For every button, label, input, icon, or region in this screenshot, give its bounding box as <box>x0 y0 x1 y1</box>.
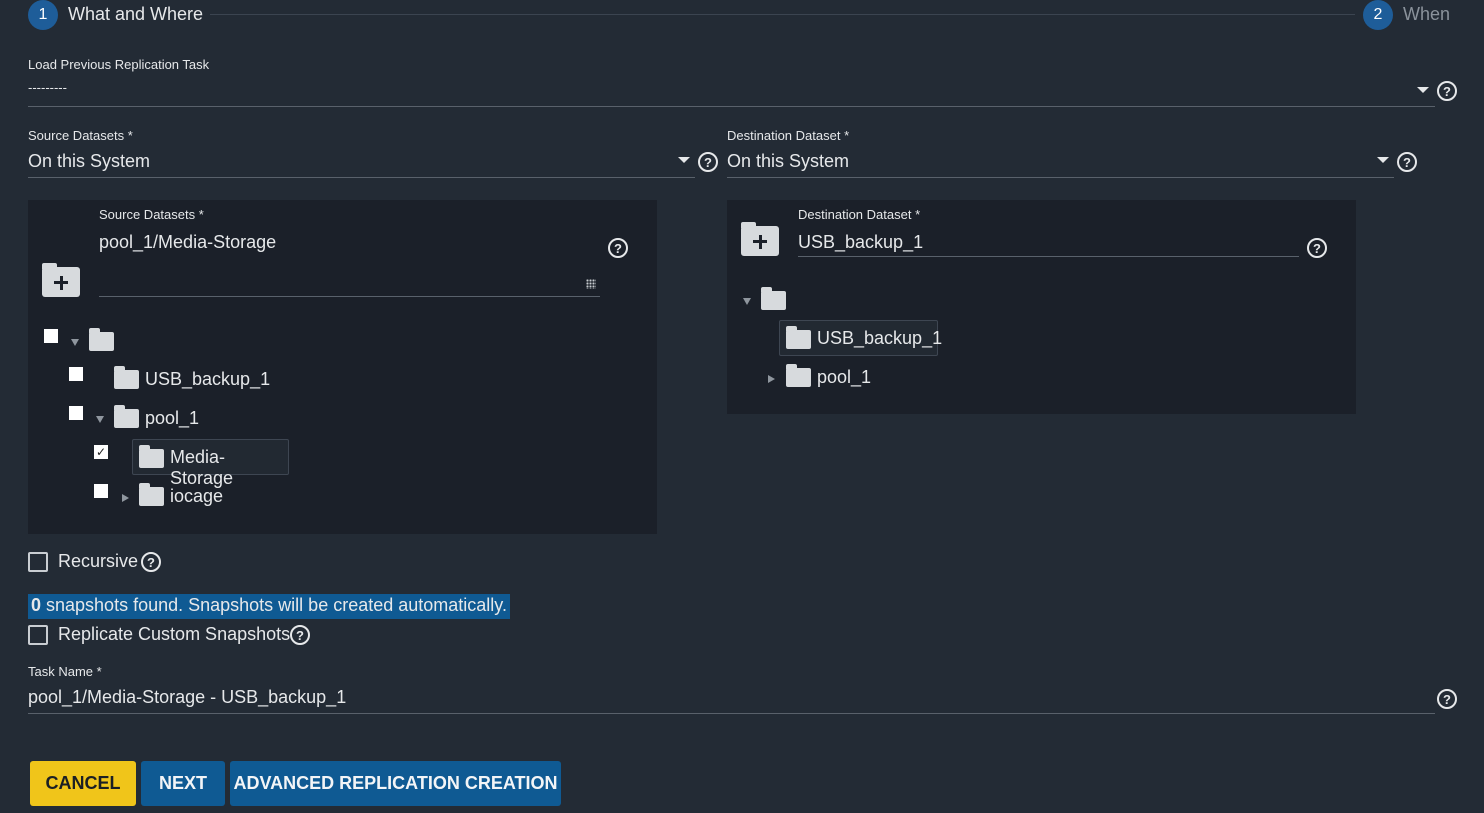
tree-root-checkbox[interactable] <box>44 329 58 343</box>
destination-dataset-panel: Destination Dataset * USB_backup_1 ? USB… <box>727 200 1356 414</box>
snapshot-count: 0 <box>31 595 42 615</box>
help-icon[interactable]: ? <box>1307 238 1327 258</box>
task-name-underline <box>28 713 1435 714</box>
destination-path-label: Destination Dataset * <box>798 207 921 222</box>
destination-path-input[interactable]: USB_backup_1 <box>798 230 1299 257</box>
source-path-textarea[interactable]: pool_1/Media-Storage <box>99 230 600 297</box>
chevron-down-icon <box>1377 157 1389 163</box>
step-2-label[interactable]: When <box>1403 4 1450 25</box>
load-previous-underline <box>28 106 1435 107</box>
tree-checkbox-pool[interactable] <box>69 406 83 420</box>
dest-tree-node-usb-backup[interactable]: USB_backup_1 <box>779 320 942 356</box>
expand-toggle-icon[interactable] <box>768 375 775 383</box>
tree-checkbox-media-storage[interactable]: ✓ <box>94 445 108 459</box>
source-location-select[interactable]: On this System <box>28 148 695 178</box>
destination-path-value: USB_backup_1 <box>798 232 924 252</box>
advanced-replication-creation-button[interactable]: ADVANCED REPLICATION CREATION <box>230 761 561 806</box>
recursive-label[interactable]: Recursive <box>58 551 138 572</box>
stepper-connector <box>210 14 1355 15</box>
expand-toggle-icon[interactable] <box>71 339 79 346</box>
help-icon[interactable]: ? <box>1397 152 1417 172</box>
help-icon[interactable]: ? <box>290 625 310 645</box>
task-name-label: Task Name * <box>28 664 102 679</box>
folder-icon <box>761 287 786 310</box>
source-select-value: On this System <box>28 151 151 171</box>
add-folder-icon[interactable] <box>741 222 779 256</box>
resize-grip-icon[interactable] <box>586 279 596 289</box>
dest-tree-node-pool[interactable]: pool_1 <box>817 367 871 388</box>
snapshot-notice: 0 snapshots found. Snapshots will be cre… <box>28 594 510 619</box>
destination-select-underline <box>727 177 1394 178</box>
folder-icon <box>114 366 139 389</box>
tree-node-pool[interactable]: pool_1 <box>145 408 199 429</box>
chevron-down-icon <box>1417 87 1429 93</box>
load-previous-select[interactable]: --------- <box>28 78 1435 107</box>
destination-select-label: Destination Dataset * <box>727 128 850 143</box>
help-icon[interactable]: ? <box>1437 689 1457 709</box>
destination-location-select[interactable]: On this System <box>727 148 1394 178</box>
folder-icon <box>89 328 114 351</box>
help-icon[interactable]: ? <box>608 238 628 258</box>
tree-checkbox-usb-backup[interactable] <box>69 367 83 381</box>
source-select-underline <box>28 177 695 178</box>
add-folder-icon[interactable] <box>42 263 80 297</box>
source-select-label: Source Datasets * <box>28 128 133 143</box>
tree-node-media-storage-label: Media-Storage <box>170 447 234 488</box>
help-icon[interactable]: ? <box>698 152 718 172</box>
folder-icon <box>114 405 139 428</box>
next-button[interactable]: NEXT <box>141 761 225 806</box>
folder-icon <box>139 445 164 468</box>
source-path-underline <box>99 296 600 297</box>
help-icon[interactable]: ? <box>1437 81 1457 101</box>
tree-node-media-storage[interactable]: Media-Storage <box>132 439 289 488</box>
source-path-value: pool_1/Media-Storage <box>99 232 277 252</box>
task-name-value: pool_1/Media-Storage - USB_backup_1 <box>28 687 347 707</box>
folder-icon <box>786 364 811 387</box>
help-icon[interactable]: ? <box>141 552 161 572</box>
snapshot-notice-text: snapshots found. Snapshots will be creat… <box>41 595 507 615</box>
expand-toggle-icon[interactable] <box>122 494 129 502</box>
load-previous-label: Load Previous Replication Task <box>28 57 210 72</box>
step-2-number[interactable]: 2 <box>1363 0 1393 30</box>
tree-node-usb-backup[interactable]: USB_backup_1 <box>145 369 270 390</box>
source-path-label: Source Datasets * <box>99 207 204 222</box>
task-name-input[interactable]: pool_1/Media-Storage - USB_backup_1 <box>28 684 1435 714</box>
load-previous-value: --------- <box>28 80 67 95</box>
tree-node-iocage[interactable]: iocage <box>170 486 223 507</box>
replicate-custom-snapshots-checkbox[interactable] <box>28 625 48 645</box>
source-dataset-panel: Source Datasets * pool_1/Media-Storage ?… <box>28 200 657 534</box>
folder-icon <box>786 326 811 349</box>
recursive-checkbox[interactable] <box>28 552 48 572</box>
cancel-button[interactable]: CANCEL <box>30 761 136 806</box>
step-1-number[interactable]: 1 <box>28 0 58 30</box>
tree-checkbox-iocage[interactable] <box>94 484 108 498</box>
expand-toggle-icon[interactable] <box>743 298 751 305</box>
destination-select-value: On this System <box>727 151 850 171</box>
chevron-down-icon <box>678 157 690 163</box>
step-1-label[interactable]: What and Where <box>68 4 203 25</box>
replicate-custom-snapshots-label[interactable]: Replicate Custom Snapshots <box>58 624 290 645</box>
dest-tree-node-usb-backup-label: USB_backup_1 <box>817 328 943 348</box>
folder-icon <box>139 483 164 506</box>
destination-path-underline <box>798 256 1299 257</box>
expand-toggle-icon[interactable] <box>96 416 104 423</box>
